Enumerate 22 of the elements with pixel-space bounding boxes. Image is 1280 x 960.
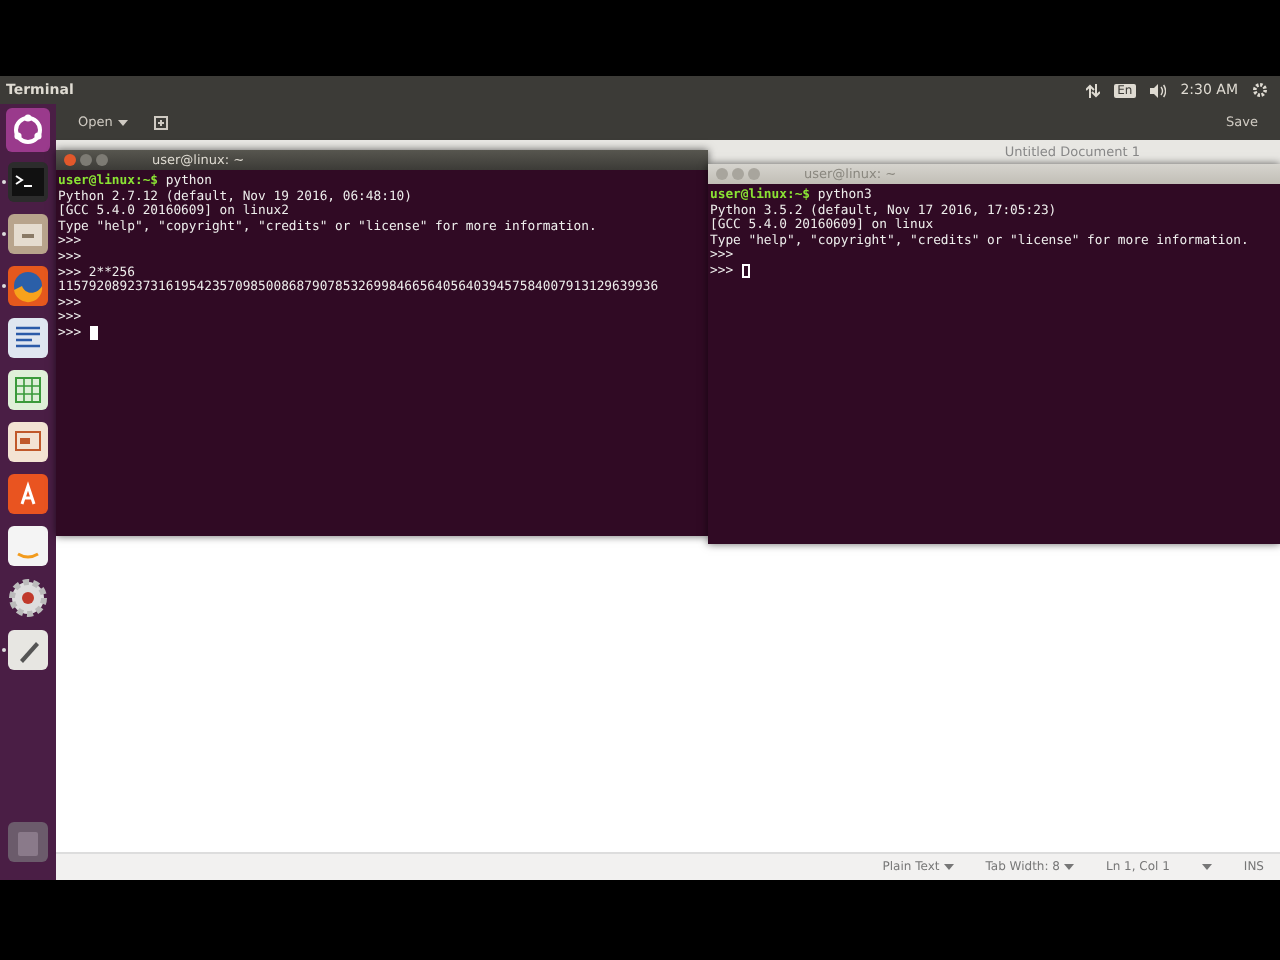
smile-arc-icon[interactable] <box>8 526 48 566</box>
caret-icon <box>1201 864 1212 870</box>
gear-icon[interactable] <box>1252 82 1268 98</box>
ubuntu-logo-icon[interactable] <box>6 108 50 152</box>
new-document-icon[interactable] <box>154 115 169 129</box>
trash-icon[interactable] <box>8 822 48 862</box>
caret-icon <box>1063 864 1074 870</box>
pencil-icon[interactable] <box>8 630 48 670</box>
terminal-icon[interactable] <box>8 162 48 202</box>
volume-icon[interactable] <box>1150 83 1167 97</box>
drawer-icon[interactable] <box>8 214 48 254</box>
network-arrows-icon[interactable] <box>1085 83 1100 97</box>
minimize-button[interactable] <box>80 154 92 166</box>
browser-icon[interactable] <box>8 266 48 306</box>
caret-icon <box>943 864 954 870</box>
maximize-button[interactable] <box>96 154 108 166</box>
settings-icon[interactable] <box>8 578 48 618</box>
close-button[interactable] <box>64 154 76 166</box>
presentation-icon[interactable] <box>8 422 48 462</box>
document-icon[interactable] <box>8 318 48 358</box>
caret-icon <box>118 119 129 125</box>
spreadsheet-icon[interactable] <box>8 370 48 410</box>
